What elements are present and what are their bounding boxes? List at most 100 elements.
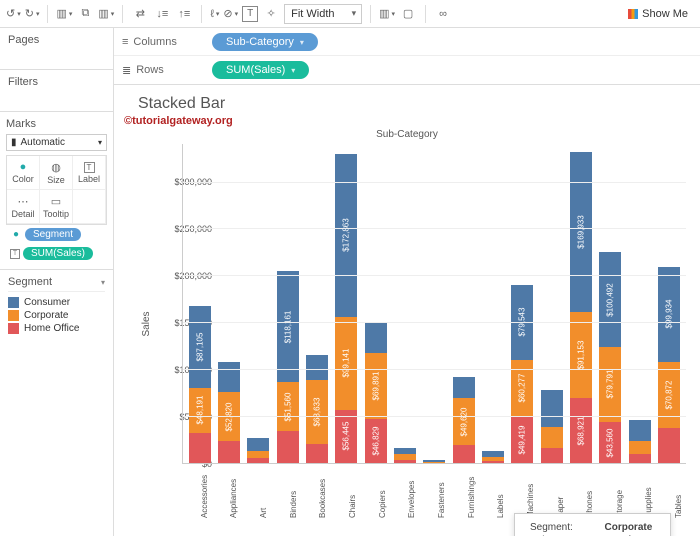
segment-home-office[interactable]	[629, 454, 651, 463]
segment-consumer[interactable]: $87,105	[189, 306, 211, 388]
bar-binders[interactable]: $51,560$118,161	[277, 271, 299, 463]
segment-home-office[interactable]	[423, 462, 445, 463]
bar-envelopes[interactable]	[394, 448, 416, 463]
marks-pill-segment[interactable]: ● Segment	[6, 225, 107, 244]
clear-button[interactable]: ▥▾	[98, 7, 114, 20]
undo-button[interactable]: ↺▾	[6, 7, 21, 20]
redo-button[interactable]: ↻▾	[25, 7, 40, 20]
segment-home-office[interactable]	[306, 444, 328, 463]
segment-corporate[interactable]: $91,153	[570, 312, 592, 398]
segment-consumer[interactable]	[247, 438, 269, 451]
bar-appliances[interactable]: $52,820	[218, 362, 240, 463]
label-toggle-button[interactable]: T	[242, 6, 258, 22]
segment-corporate[interactable]	[394, 454, 416, 460]
plot-area[interactable]: $48,191$87,105 $52,820 $51,560$118,161 $68,…	[182, 144, 686, 464]
bar-fasteners[interactable]	[423, 460, 445, 463]
segment-home-office[interactable]: $43,560	[599, 422, 621, 463]
marks-tooltip[interactable]: ▭Tooltip	[40, 190, 73, 224]
segment-home-office[interactable]	[277, 431, 299, 463]
show-me-button[interactable]: Show Me	[622, 8, 694, 20]
segment-consumer[interactable]	[482, 451, 504, 457]
legend-menu-button[interactable]: ▾	[101, 278, 105, 287]
legend-item-consumer[interactable]: Consumer	[8, 296, 105, 309]
segment-corporate[interactable]: $70,872	[658, 362, 680, 429]
bar-tables[interactable]: $70,872$99,934	[658, 267, 680, 463]
segment-consumer[interactable]	[365, 322, 387, 353]
bar-storage[interactable]: $43,560$79,791$100,492	[599, 252, 621, 463]
group-button[interactable]: ⊘▾	[223, 7, 238, 20]
bar-bookcases[interactable]: $68,633	[306, 355, 328, 463]
bar-accessories[interactable]: $48,191$87,105	[189, 306, 211, 463]
segment-consumer[interactable]	[541, 390, 563, 428]
bar-furnishings[interactable]: $49,620	[453, 377, 475, 463]
pin-button[interactable]: ✧	[262, 5, 280, 23]
segment-home-office[interactable]	[453, 445, 475, 463]
view-cards-button[interactable]: ▥▾	[379, 7, 395, 20]
filters-shelf[interactable]: Filters	[0, 70, 113, 112]
share-button[interactable]: ∞	[434, 5, 452, 23]
marks-size[interactable]: ◍Size	[40, 156, 73, 190]
marks-detail[interactable]: ⋯Detail	[7, 190, 40, 224]
segment-consumer[interactable]: $99,934	[658, 267, 680, 361]
swap-button[interactable]: ⇄	[131, 5, 149, 23]
chart-title[interactable]: Stacked Bar	[138, 95, 690, 113]
segment-corporate[interactable]	[629, 441, 651, 454]
legend-item-home-office[interactable]: Home Office	[8, 322, 105, 335]
pages-shelf[interactable]: Pages	[0, 28, 113, 70]
highlight-button[interactable]: ℓ▾	[210, 8, 219, 20]
segment-consumer[interactable]	[218, 362, 240, 392]
sort-asc-button[interactable]: ↓≡	[153, 5, 171, 23]
presentation-button[interactable]: ▢	[399, 5, 417, 23]
segment-consumer[interactable]: $100,492	[599, 252, 621, 347]
bar-art[interactable]	[247, 438, 269, 463]
segment-home-office[interactable]	[541, 448, 563, 463]
segment-consumer[interactable]: $172,863	[335, 154, 357, 317]
segment-corporate[interactable]	[423, 462, 445, 463]
segment-corporate[interactable]: $79,791	[599, 347, 621, 422]
columns-pill-sub-category[interactable]: Sub-Category	[212, 33, 318, 51]
marks-label[interactable]: TLabel	[73, 156, 106, 190]
bar-paper[interactable]	[541, 390, 563, 463]
segment-corporate[interactable]: $68,633	[306, 380, 328, 445]
rows-shelf[interactable]: ≣Rows SUM(Sales)	[114, 56, 700, 84]
segment-home-office[interactable]: $68,921	[570, 398, 592, 463]
segment-corporate[interactable]: $69,891	[365, 353, 387, 419]
segment-corporate[interactable]	[247, 451, 269, 459]
segment-home-office[interactable]: $49,419	[511, 417, 533, 464]
bar-labels[interactable]	[482, 451, 504, 463]
segment-home-office[interactable]: $56,445	[335, 410, 357, 463]
segment-corporate[interactable]	[482, 457, 504, 461]
segment-consumer[interactable]	[423, 460, 445, 461]
bar-supplies[interactable]	[629, 420, 651, 463]
marks-type-select[interactable]: ▮Automatic▾	[6, 134, 107, 151]
segment-consumer[interactable]: $118,161	[277, 271, 299, 382]
segment-corporate[interactable]: $49,620	[453, 398, 475, 445]
segment-home-office[interactable]	[189, 433, 211, 463]
legend-item-corporate[interactable]: Corporate	[8, 309, 105, 322]
segment-home-office[interactable]	[247, 458, 269, 463]
segment-corporate[interactable]: $99,141	[335, 317, 357, 410]
segment-home-office[interactable]: $46,829	[365, 419, 387, 463]
columns-shelf[interactable]: ≡Columns Sub-Category	[114, 28, 700, 56]
segment-corporate[interactable]: $51,560	[277, 382, 299, 431]
segment-consumer[interactable]	[306, 355, 328, 379]
marks-color[interactable]: ●Color	[7, 156, 40, 190]
sort-desc-button[interactable]: ↑≡	[175, 5, 193, 23]
segment-consumer[interactable]: $169,933	[570, 152, 592, 312]
segment-consumer[interactable]	[453, 377, 475, 399]
rows-pill-sum-sales[interactable]: SUM(Sales)	[212, 61, 309, 79]
segment-home-office[interactable]	[658, 428, 680, 463]
segment-corporate[interactable]: $48,191	[189, 388, 211, 433]
segment-home-office[interactable]	[394, 460, 416, 463]
marks-pill-sales[interactable]: T SUM(Sales)	[6, 244, 107, 263]
segment-consumer[interactable]	[629, 420, 651, 442]
duplicate-button[interactable]: ⧉	[76, 5, 94, 23]
segment-home-office[interactable]	[218, 441, 240, 463]
segment-home-office[interactable]	[482, 461, 504, 463]
bar-copiers[interactable]: $46,829$69,891	[365, 322, 387, 463]
segment-corporate[interactable]	[541, 427, 563, 448]
segment-consumer[interactable]	[394, 448, 416, 455]
new-sheet-button[interactable]: ▥▾	[56, 7, 72, 20]
bar-machines[interactable]: $49,419$60,277$79,543	[511, 285, 533, 463]
fit-select[interactable]: Fit Width	[284, 4, 362, 24]
